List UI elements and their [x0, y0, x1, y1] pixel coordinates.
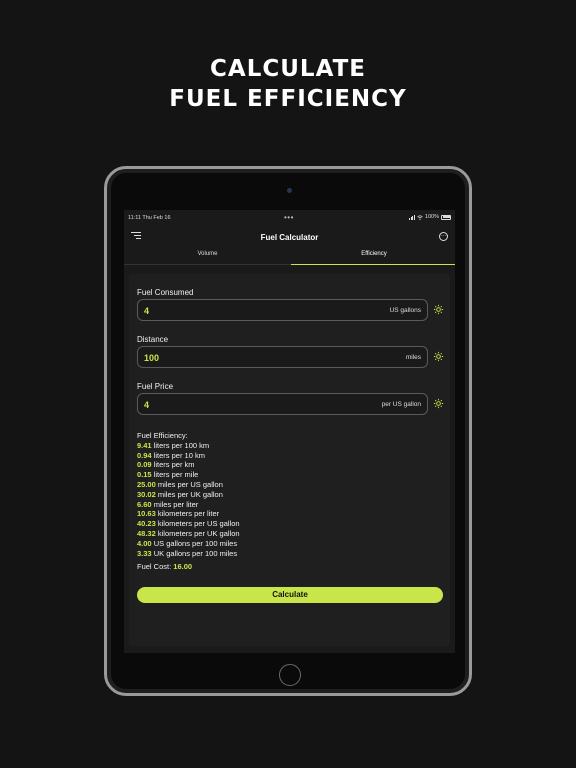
tab-volume[interactable]: Volume: [124, 248, 291, 265]
multitask-dots-icon[interactable]: •••: [284, 213, 294, 222]
fuel-cost-value: 16.00: [173, 562, 193, 571]
fuel-consumed-unit: US gallons: [389, 307, 421, 314]
result-value: 6.60: [137, 499, 152, 509]
more-icon[interactable]: ···: [439, 232, 448, 241]
result-row: 25.00 miles per US gallon: [137, 480, 240, 490]
fuel-consumed-label: Fuel Consumed: [137, 288, 194, 297]
app-screen: 11:11 Thu Feb 16 ••• 100% Fuel Calculato…: [124, 210, 455, 653]
result-label: US gallons per 100 miles: [153, 538, 238, 548]
result-value: 30.02: [137, 489, 156, 499]
results-title: Fuel Efficiency:: [137, 431, 188, 440]
calculate-button[interactable]: Calculate: [137, 587, 443, 603]
fuel-price-unit: per US gallon: [381, 401, 421, 408]
fuel-price-settings-gear-icon[interactable]: [433, 398, 444, 409]
result-row: 40.23 kilometers per US gallon: [137, 519, 240, 529]
result-label: kilometers per US gallon: [157, 519, 240, 529]
headline-line-2: FUEL EFFICIENCY: [169, 86, 407, 112]
result-value: 0.09: [137, 460, 152, 470]
signal-icon: [409, 214, 415, 220]
tab-efficiency[interactable]: Efficiency: [291, 248, 455, 265]
result-value: 10.63: [137, 509, 156, 519]
distance-settings-gear-icon[interactable]: [433, 351, 444, 362]
distance-unit: miles: [405, 354, 421, 361]
navigation-bar: Fuel Calculator ···: [124, 224, 455, 248]
result-row: 0.15 liters per mile: [137, 470, 240, 480]
tab-bar: Volume Efficiency: [124, 248, 455, 265]
page-title: Fuel Calculator: [260, 233, 319, 242]
battery-icon: [441, 214, 451, 220]
fuel-consumed-value: 4: [144, 306, 150, 316]
calculator-panel: Fuel Consumed 4 US gallons Distance 100 …: [129, 274, 450, 646]
result-label: liters per 10 km: [153, 450, 205, 460]
distance-field[interactable]: 100 miles: [137, 346, 428, 368]
result-value: 48.32: [137, 528, 156, 538]
result-label: UK gallons per 100 miles: [153, 548, 238, 558]
result-label: liters per km: [153, 460, 195, 470]
fuel-cost-label: Fuel Cost:: [137, 562, 172, 571]
fuel-consumed-settings-gear-icon[interactable]: [433, 304, 444, 315]
result-row: 0.94 liters per 10 km: [137, 451, 240, 461]
result-label: kilometers per UK gallon: [157, 528, 240, 538]
fuel-consumed-field[interactable]: 4 US gallons: [137, 299, 428, 321]
result-label: liters per mile: [153, 470, 199, 480]
result-label: miles per liter: [153, 499, 199, 509]
efficiency-results: Fuel Efficiency: 9.41 liters per 100 km …: [137, 431, 240, 558]
result-value: 25.00: [137, 479, 156, 489]
result-value: 3.33: [137, 548, 152, 558]
distance-label: Distance: [137, 335, 169, 344]
headline: CALCULATE FUEL EFFICIENCY: [0, 54, 576, 114]
result-label: kilometers per liter: [157, 509, 220, 519]
distance-value: 100: [144, 353, 160, 363]
fuel-price-label: Fuel Price: [137, 382, 174, 391]
home-button[interactable]: [279, 664, 301, 686]
battery-percent: 100%: [424, 214, 439, 220]
result-row: 30.02 miles per UK gallon: [137, 490, 240, 500]
fuel-price-value: 4: [144, 400, 150, 410]
status-time: 11:11 Thu Feb 16: [128, 215, 171, 221]
result-value: 4.00: [137, 538, 152, 548]
status-indicators: 100%: [409, 214, 451, 220]
headline-line-1: CALCULATE: [210, 56, 366, 82]
result-value: 0.94: [137, 450, 152, 460]
result-label: liters per 100 km: [153, 440, 210, 450]
fuel-cost: Fuel Cost: 16.00: [137, 562, 192, 571]
status-bar: 11:11 Thu Feb 16 ••• 100%: [124, 210, 455, 224]
result-row: 9.41 liters per 100 km: [137, 441, 240, 451]
result-row: 6.60 miles per liter: [137, 500, 240, 510]
result-row: 3.33 UK gallons per 100 miles: [137, 549, 240, 559]
result-label: miles per US gallon: [157, 479, 223, 489]
result-row: 0.09 liters per km: [137, 460, 240, 470]
result-row: 48.32 kilometers per UK gallon: [137, 529, 240, 539]
fuel-price-field[interactable]: 4 per US gallon: [137, 393, 428, 415]
result-row: 10.63 kilometers per liter: [137, 509, 240, 519]
result-label: miles per UK gallon: [157, 489, 223, 499]
camera-icon: [287, 188, 292, 193]
result-value: 0.15: [137, 470, 152, 480]
wifi-icon: [417, 214, 423, 220]
result-value: 9.41: [137, 440, 152, 450]
result-row: 4.00 US gallons per 100 miles: [137, 539, 240, 549]
result-value: 40.23: [137, 519, 156, 529]
tablet-frame: 11:11 Thu Feb 16 ••• 100% Fuel Calculato…: [104, 166, 472, 696]
